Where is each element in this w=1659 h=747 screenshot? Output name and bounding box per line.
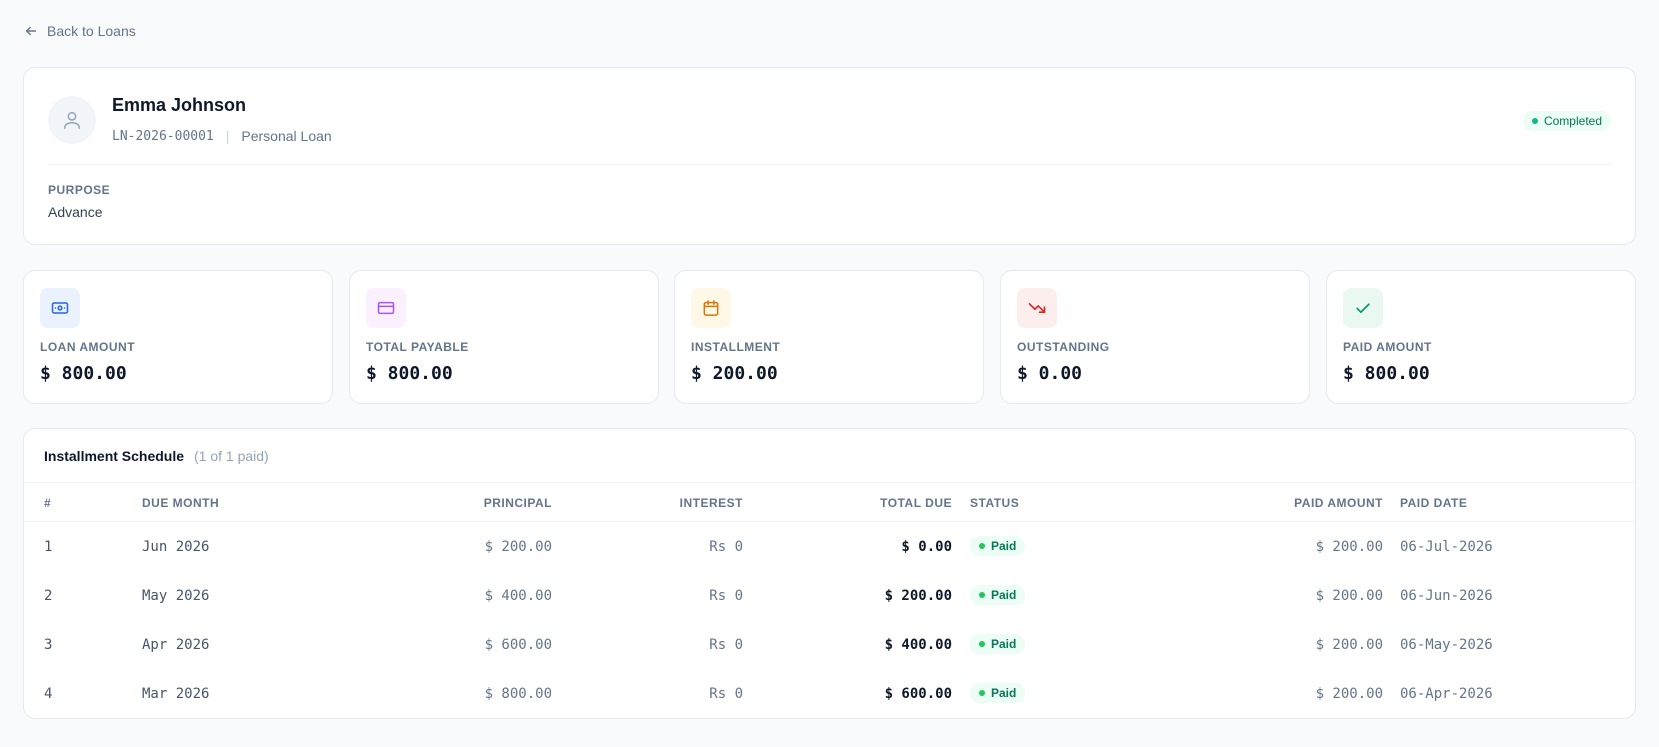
stat-card-total-payable: TOTAL PAYABLE $ 800.00 — [349, 270, 659, 404]
row-interest: Rs 0 — [709, 686, 743, 702]
column-header-status: STATUS — [970, 496, 1020, 510]
status-badge: Paid — [970, 634, 1026, 654]
purpose-label: PURPOSE — [48, 183, 111, 197]
row-paid-amount: $ 200.00 — [1315, 588, 1383, 604]
column-header-principal: PRINCIPAL — [483, 496, 552, 510]
stat-icon-box — [1343, 288, 1383, 328]
row-due-month: Apr 2026 — [142, 637, 210, 653]
row-paid-amount: $ 200.00 — [1315, 637, 1383, 653]
status-dot-icon — [979, 543, 985, 549]
row-paid-date: 06-Jun-2026 — [1400, 588, 1493, 604]
status-label: Paid — [991, 637, 1017, 651]
column-header-paid-date: PAID DATE — [1400, 496, 1468, 510]
status-badge: Paid — [970, 536, 1026, 556]
stat-label: OUTSTANDING — [1017, 340, 1110, 354]
column-header-due-month: DUE MONTH — [142, 496, 220, 510]
row-total-due: $ 600.00 — [884, 686, 952, 702]
table-row: 1 Jun 2026 $ 200.00 Rs 0 $ 0.00 Paid $ 2… — [24, 523, 1635, 572]
schedule-paid-count: (1 of 1 paid) — [194, 448, 269, 464]
row-paid-date: 06-May-2026 — [1400, 637, 1493, 653]
status-label: Paid — [991, 539, 1017, 553]
row-principal: $ 400.00 — [484, 588, 552, 604]
calendar-icon — [703, 300, 719, 316]
loan-type: Personal Loan — [241, 128, 332, 144]
row-total-due: $ 0.00 — [901, 539, 952, 555]
schedule-title: Installment Schedule — [44, 448, 185, 464]
stat-icon-box — [366, 288, 406, 328]
row-paid-amount: $ 200.00 — [1315, 539, 1383, 555]
loan-status-badge: Completed — [1522, 111, 1611, 131]
table-row: 4 Mar 2026 $ 800.00 Rs 0 $ 600.00 Paid $… — [24, 670, 1635, 718]
row-interest: Rs 0 — [709, 588, 743, 604]
row-interest: Rs 0 — [709, 539, 743, 555]
purpose-value: Advance — [48, 204, 103, 220]
table-row: 3 Apr 2026 $ 600.00 Rs 0 $ 400.00 Paid $… — [24, 621, 1635, 670]
status-badge: Paid — [970, 585, 1026, 605]
stat-value: $ 0.00 — [1017, 363, 1083, 384]
stat-card-outstanding: OUTSTANDING $ 0.00 — [1000, 270, 1310, 404]
stat-label: PAID AMOUNT — [1343, 340, 1432, 354]
header-divider — [48, 164, 1611, 165]
row-principal: $ 800.00 — [484, 686, 552, 702]
back-to-loans-link[interactable]: Back to Loans — [24, 23, 136, 39]
stat-card-installment: INSTALLMENT $ 200.00 — [674, 270, 984, 404]
stat-label: LOAN AMOUNT — [40, 340, 136, 354]
status-dot-icon — [979, 690, 985, 696]
status-dot-icon — [979, 592, 985, 598]
stat-icon-box — [1017, 288, 1057, 328]
cash-icon — [51, 302, 69, 314]
stat-value: $ 800.00 — [1343, 363, 1430, 384]
column-header-interest: INTEREST — [679, 496, 743, 510]
arrow-left-icon — [25, 26, 37, 36]
row-total-due: $ 200.00 — [884, 588, 952, 604]
user-icon — [63, 111, 81, 129]
row-due-month: Jun 2026 — [142, 539, 210, 555]
row-paid-amount: $ 200.00 — [1315, 686, 1383, 702]
row-principal: $ 200.00 — [484, 539, 552, 555]
row-due-month: May 2026 — [142, 588, 210, 604]
loan-code: LN-2026-00001 — [112, 128, 214, 144]
status-label: Paid — [991, 588, 1017, 602]
row-paid-date: 06-Jul-2026 — [1400, 539, 1493, 555]
row-due-month: Mar 2026 — [142, 686, 210, 702]
row-interest: Rs 0 — [709, 637, 743, 653]
status-badge: Paid — [970, 683, 1026, 703]
credit-card-icon — [377, 301, 395, 315]
avatar — [48, 96, 96, 144]
check-icon — [1356, 303, 1370, 313]
loan-status-label: Completed — [1543, 114, 1602, 128]
stat-card-loan-amount: LOAN AMOUNT $ 800.00 — [23, 270, 333, 404]
row-number: 3 — [44, 637, 53, 653]
row-total-due: $ 400.00 — [884, 637, 952, 653]
row-number: 2 — [44, 588, 53, 604]
table-header: # DUE MONTH PRINCIPAL INTEREST TOTAL DUE… — [24, 482, 1635, 522]
stat-label: INSTALLMENT — [691, 340, 781, 354]
stat-icon-box — [691, 288, 731, 328]
column-header-paid-amount: PAID AMOUNT — [1294, 496, 1383, 510]
row-paid-date: 06-Apr-2026 — [1400, 686, 1493, 702]
trending-down-icon — [1028, 303, 1046, 313]
stat-card-paid-amount: PAID AMOUNT $ 800.00 — [1326, 270, 1636, 404]
row-principal: $ 600.00 — [484, 637, 552, 653]
loan-header-card: Emma Johnson LN-2026-00001 | Personal Lo… — [23, 67, 1636, 245]
meta-separator: | — [225, 128, 230, 144]
stat-value: $ 800.00 — [366, 363, 453, 384]
borrower-name: Emma Johnson — [112, 95, 247, 115]
row-number: 1 — [44, 539, 53, 555]
installment-schedule-card: Installment Schedule (1 of 1 paid) # DUE… — [23, 428, 1636, 719]
table-row: 2 May 2026 $ 400.00 Rs 0 $ 200.00 Paid $… — [24, 572, 1635, 621]
loan-meta: LN-2026-00001 | Personal Loan — [112, 128, 332, 144]
row-number: 4 — [44, 686, 53, 702]
column-header-number: # — [44, 496, 52, 510]
stat-value: $ 800.00 — [40, 363, 127, 384]
status-dot-icon — [979, 641, 985, 647]
stat-label: TOTAL PAYABLE — [366, 340, 469, 354]
status-label: Paid — [991, 686, 1017, 700]
stat-value: $ 200.00 — [691, 363, 778, 384]
back-link-label: Back to Loans — [47, 23, 136, 39]
status-dot-icon — [1531, 118, 1538, 124]
column-header-total-due: TOTAL DUE — [880, 496, 952, 510]
stat-icon-box — [40, 288, 80, 328]
